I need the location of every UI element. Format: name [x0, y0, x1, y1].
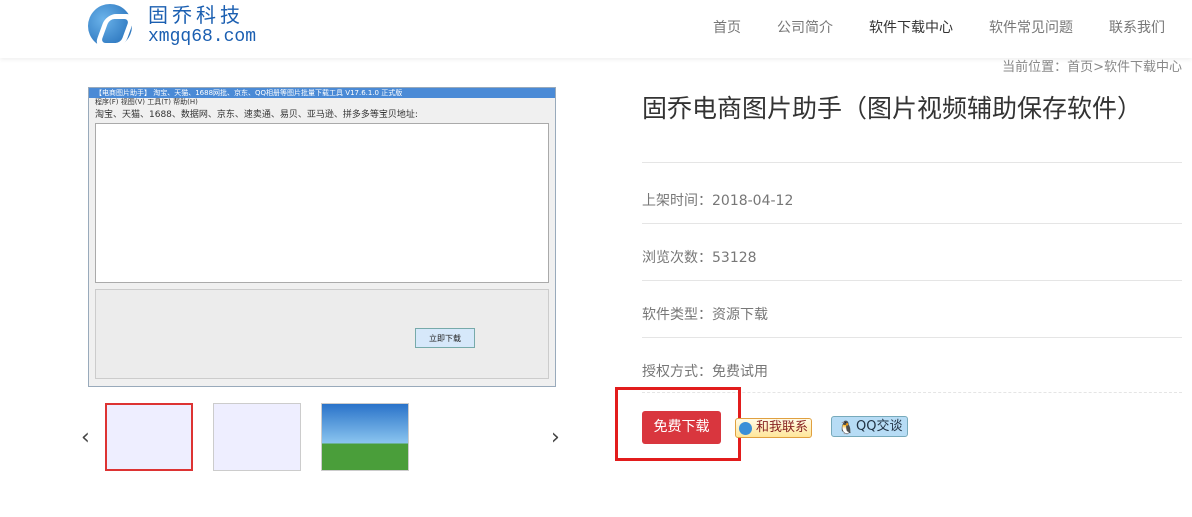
- screenshot-options: [95, 289, 549, 379]
- nav-home[interactable]: 首页: [713, 17, 741, 37]
- header: 固乔科技 xmgq68.com 首页 公司简介 软件下载中心 软件常见问题 联系…: [0, 0, 1192, 58]
- divider: [642, 280, 1182, 281]
- free-download-button[interactable]: 免费下载: [642, 411, 721, 444]
- nav-contact[interactable]: 联系我们: [1109, 17, 1165, 37]
- contact-me-button[interactable]: 和我联系: [735, 418, 812, 438]
- divider: [642, 337, 1182, 338]
- breadcrumb: 当前位置：首页>软件下载中心: [1002, 60, 1182, 75]
- divider: [642, 223, 1182, 224]
- nav-about[interactable]: 公司简介: [777, 17, 833, 37]
- screenshot-titlebar: 【电商图片助手】 淘宝、天猫、1688网批、京东、QQ相册等图片批量下载工具 V…: [89, 88, 555, 98]
- screenshot-url-list: [95, 123, 549, 283]
- prev-arrow-icon[interactable]: ‹: [81, 425, 90, 450]
- main-nav: 首页 公司简介 软件下载中心 软件常见问题 联系我们: [713, 17, 1165, 37]
- logo[interactable]: 固乔科技 xmgq68.com: [72, 1, 272, 50]
- software-type: 软件类型：资源下载: [642, 307, 768, 323]
- divider: [642, 162, 1182, 163]
- nav-faq[interactable]: 软件常见问题: [989, 17, 1073, 37]
- screenshot-sources: 淘宝、天猫、1688、数据网、京东、速卖通、易贝、亚马逊、拼多多等宝贝地址:: [95, 110, 418, 120]
- next-arrow-icon[interactable]: ›: [551, 425, 560, 450]
- chat-icon: [739, 422, 752, 435]
- logo-en: xmgq68.com: [148, 27, 257, 47]
- release-date: 上架时间：2018-04-12: [642, 193, 794, 209]
- nav-downloads[interactable]: 软件下载中心: [869, 17, 953, 37]
- qq-chat-button[interactable]: 🐧 QQ交谈: [831, 416, 908, 437]
- qq-penguin-icon: 🐧: [838, 421, 855, 436]
- logo-icon: [88, 3, 132, 48]
- screenshot-menu: 程序(F) 视图(V) 工具(T) 帮助(H): [95, 98, 198, 106]
- thumbnail-1[interactable]: [105, 403, 193, 471]
- product-screenshot: 【电商图片助手】 淘宝、天猫、1688网批、京东、QQ相册等图片批量下载工具 V…: [88, 87, 556, 387]
- logo-cn: 固乔科技: [148, 3, 244, 27]
- thumbnail-strip: [105, 403, 409, 471]
- screenshot-start-button: 立即下载: [415, 328, 475, 348]
- product-title: 固乔电商图片助手（图片视频辅助保存软件）: [642, 94, 1143, 123]
- view-count: 浏览次数：53128: [642, 250, 757, 266]
- thumbnail-2[interactable]: [213, 403, 301, 471]
- thumbnail-3[interactable]: [321, 403, 409, 471]
- license-type: 授权方式：免费试用: [642, 364, 768, 380]
